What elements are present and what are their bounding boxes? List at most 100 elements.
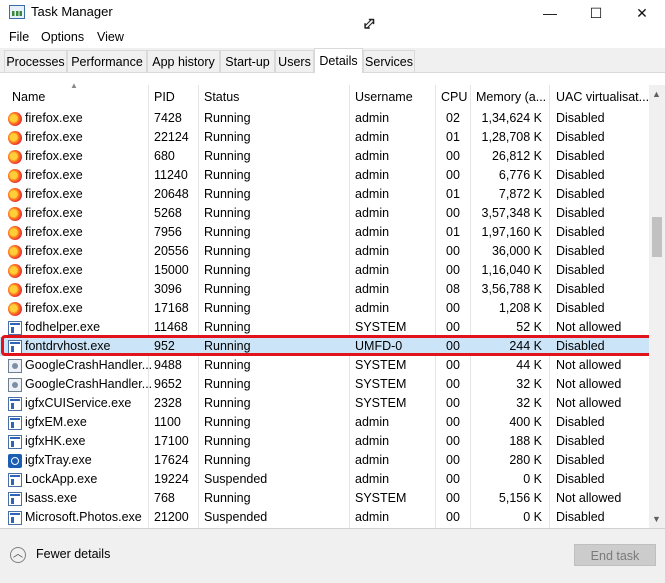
column-header-status[interactable]: Status xyxy=(204,85,239,109)
process-uac: Disabled xyxy=(556,130,605,144)
process-username: admin xyxy=(355,206,390,220)
process-uac: Disabled xyxy=(556,244,605,258)
process-pid: 17168 xyxy=(154,301,189,315)
process-cpu: 08 xyxy=(446,282,460,296)
fewer-details-link[interactable]: Fewer details xyxy=(36,547,110,561)
intel-graphics-icon xyxy=(8,454,22,468)
process-uac: Disabled xyxy=(556,168,605,182)
process-uac: Disabled xyxy=(556,415,605,429)
window-title: Task Manager xyxy=(31,4,113,19)
process-uac: Disabled xyxy=(556,187,605,201)
vertical-scrollbar[interactable]: ▲ ▼ xyxy=(649,85,665,528)
column-header-uac[interactable]: UAC virtualisat... xyxy=(556,85,649,109)
scroll-thumb[interactable] xyxy=(652,217,662,257)
process-username: admin xyxy=(355,263,390,277)
tab-app-history[interactable]: App history xyxy=(147,50,220,72)
process-username: admin xyxy=(355,510,390,524)
menu-view[interactable]: View xyxy=(97,30,124,44)
table-row[interactable]: firefox.exe 5268 Running admin 00 3,57,348 K D… xyxy=(0,204,649,223)
table-row[interactable]: igfxCUIService.exe 2328 Running SYSTEM 00 32 … xyxy=(0,394,649,413)
table-row[interactable]: Microsoft.Photos.exe 21200 Suspended admin 0… xyxy=(0,508,649,527)
table-row[interactable]: firefox.exe 11240 Running admin 00 6,776 K Dis… xyxy=(0,166,649,185)
tab-strip: Processes Performance App history Start-… xyxy=(0,48,665,73)
firefox-icon xyxy=(8,131,22,145)
table-row[interactable]: GoogleCrashHandler... 9652 Running SYSTEM 00… xyxy=(0,375,649,394)
maximize-button[interactable]: ☐ xyxy=(573,0,619,26)
table-row[interactable]: firefox.exe 22124 Running admin 01 1,28,708 K… xyxy=(0,128,649,147)
process-pid: 22124 xyxy=(154,130,189,144)
details-table: ▲ Name PID Status Username CPU Memory (a… xyxy=(0,81,665,528)
process-username: admin xyxy=(355,225,390,239)
crash-handler-icon xyxy=(8,359,22,373)
table-row[interactable]: firefox.exe 7428 Running admin 02 1,34,624 K D… xyxy=(0,109,649,128)
process-uac: Disabled xyxy=(556,453,605,467)
process-name: firefox.exe xyxy=(25,301,83,315)
column-header-cpu[interactable]: CPU xyxy=(441,85,467,109)
table-row[interactable]: firefox.exe 15000 Running admin 00 1,16,040 K… xyxy=(0,261,649,280)
table-row[interactable]: GoogleCrashHandler... 9488 Running SYSTEM 00… xyxy=(0,356,649,375)
column-header-pid[interactable]: PID xyxy=(154,85,175,109)
close-button[interactable]: ✕ xyxy=(619,0,665,26)
process-name: GoogleCrashHandler... xyxy=(25,377,153,391)
window-icon xyxy=(8,473,22,487)
menu-options[interactable]: Options xyxy=(41,30,84,44)
highlight-annotation-box xyxy=(1,335,657,356)
process-cpu: 00 xyxy=(446,396,460,410)
end-task-button[interactable]: End task xyxy=(574,544,656,566)
process-cpu: 00 xyxy=(446,149,460,163)
task-manager-icon xyxy=(9,5,25,19)
column-header-name[interactable]: Name xyxy=(12,85,45,109)
process-pid: 3096 xyxy=(154,282,182,296)
tab-details[interactable]: Details xyxy=(314,48,363,73)
table-row[interactable]: firefox.exe 17168 Running admin 00 1,208 K Dis… xyxy=(0,299,649,318)
tab-users[interactable]: Users xyxy=(275,50,314,72)
firefox-icon xyxy=(8,207,22,221)
process-uac: Disabled xyxy=(556,510,605,524)
process-pid: 7956 xyxy=(154,225,182,239)
process-name: igfxEM.exe xyxy=(25,415,87,429)
process-username: admin xyxy=(355,453,390,467)
firefox-icon xyxy=(8,226,22,240)
chevron-up-icon[interactable]: ︿ xyxy=(10,547,26,563)
column-header-memory[interactable]: Memory (a... xyxy=(476,85,546,109)
scroll-up-arrow-icon[interactable]: ▲ xyxy=(652,89,661,99)
process-uac: Not allowed xyxy=(556,358,622,372)
process-cpu: 00 xyxy=(446,358,460,372)
process-uac: Disabled xyxy=(556,206,605,220)
table-row[interactable]: lsass.exe 768 Running SYSTEM 00 5,156 K Not al… xyxy=(0,489,649,508)
firefox-icon xyxy=(8,169,22,183)
column-header-username[interactable]: Username xyxy=(355,85,413,109)
process-name: firefox.exe xyxy=(25,282,83,296)
table-row[interactable]: igfxHK.exe 17100 Running admin 00 188 K Disabl… xyxy=(0,432,649,451)
scroll-down-arrow-icon[interactable]: ▼ xyxy=(652,514,661,524)
firefox-icon xyxy=(8,302,22,316)
process-name: firefox.exe xyxy=(25,187,83,201)
process-status: Running xyxy=(204,358,251,372)
table-row[interactable]: firefox.exe 7956 Running admin 01 1,97,160 K D… xyxy=(0,223,649,242)
tab-startup[interactable]: Start-up xyxy=(220,50,275,72)
process-status: Running xyxy=(204,244,251,258)
process-cpu: 00 xyxy=(446,244,460,258)
process-uac: Disabled xyxy=(556,263,605,277)
process-memory: 32 K xyxy=(516,377,542,391)
process-memory: 1,97,160 K xyxy=(481,225,542,239)
tab-services[interactable]: Services xyxy=(363,50,415,72)
table-row[interactable]: igfxEM.exe 1100 Running admin 00 400 K Disable… xyxy=(0,413,649,432)
process-memory: 6,776 K xyxy=(498,168,542,182)
process-rows: firefox.exe 7428 Running admin 02 1,34,624 K D… xyxy=(0,109,649,527)
process-cpu: 00 xyxy=(446,510,460,524)
table-row[interactable]: firefox.exe 20648 Running admin 01 7,872 K Dis… xyxy=(0,185,649,204)
table-row[interactable]: firefox.exe 680 Running admin 00 26,812 K Disa… xyxy=(0,147,649,166)
tab-processes[interactable]: Processes xyxy=(4,50,67,72)
process-name: lsass.exe xyxy=(25,491,78,505)
process-memory: 36,000 K xyxy=(491,244,542,258)
table-row[interactable]: LockApp.exe 19224 Suspended admin 00 0 K Disab… xyxy=(0,470,649,489)
minimize-button[interactable]: — xyxy=(527,0,573,26)
table-row[interactable]: firefox.exe 20556 Running admin 00 36,000 K Di… xyxy=(0,242,649,261)
table-row[interactable]: igfxTray.exe 17624 Running admin 00 280 K Disa… xyxy=(0,451,649,470)
process-username: admin xyxy=(355,187,390,201)
process-username: SYSTEM xyxy=(355,491,407,505)
table-row[interactable]: firefox.exe 3096 Running admin 08 3,56,788 K D… xyxy=(0,280,649,299)
tab-performance[interactable]: Performance xyxy=(67,50,147,72)
menu-file[interactable]: File xyxy=(9,30,29,44)
